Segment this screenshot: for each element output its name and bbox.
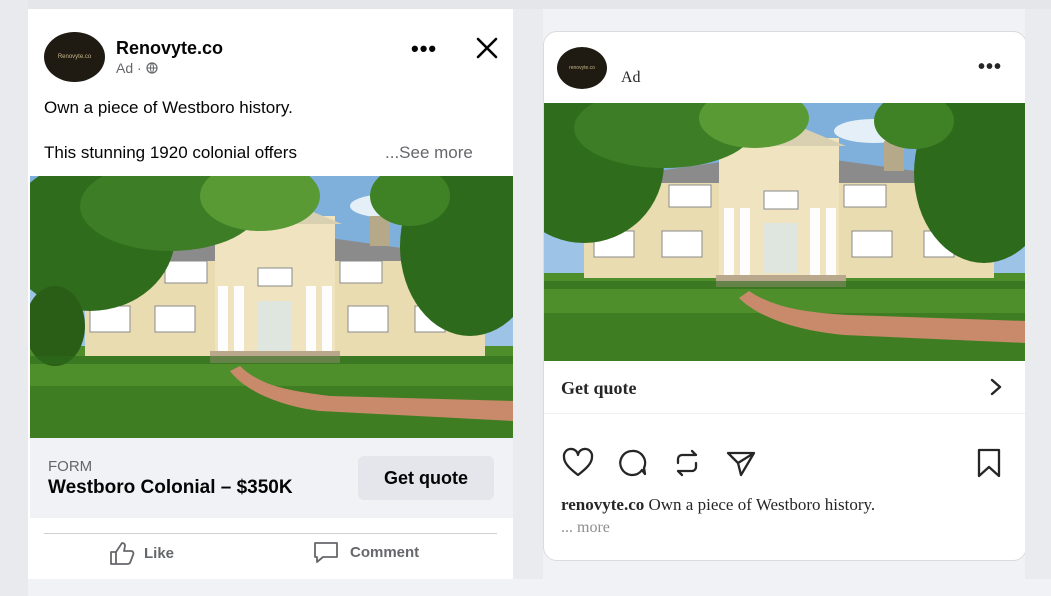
caption-username[interactable]: renovyte.co (561, 495, 644, 514)
heart-icon[interactable] (561, 447, 595, 479)
right-margin (1025, 9, 1051, 579)
avatar-logo-text: renovyte.co (569, 65, 595, 71)
form-label: FORM (48, 458, 93, 475)
instagram-ad-card: renovyte.co Ad ••• Get quote renovyte.co… (543, 31, 1027, 561)
facebook-ad-card: Renovyte.co Renovyte.co Ad · ••• Own a p… (28, 9, 513, 579)
see-more-link[interactable]: ...See more (385, 143, 473, 163)
sponsored-text: Ad · (116, 60, 146, 76)
caption-text: Own a piece of Westboro history. (644, 495, 876, 514)
close-icon[interactable] (472, 33, 502, 63)
comment-icon (314, 542, 338, 563)
sponsored-label: Ad · (116, 60, 158, 76)
get-quote-row[interactable]: Get quote (544, 361, 1026, 414)
top-strip (0, 0, 1051, 9)
cta-bar: FORM Westboro Colonial – $350K Get quote (30, 438, 513, 518)
post-text-line-2: This stunning 1920 colonial offers (44, 143, 297, 162)
like-button[interactable]: Like (108, 540, 174, 566)
divider (44, 533, 497, 534)
sponsored-label: Ad (621, 69, 641, 86)
comment-label: Comment (350, 543, 420, 561)
more-dots-icon[interactable]: ••• (411, 38, 437, 60)
send-icon[interactable] (724, 447, 758, 479)
house-photo[interactable] (30, 176, 513, 438)
comment-button[interactable]: Comment (312, 540, 419, 564)
chat-bubble-icon[interactable] (616, 447, 650, 479)
more-dots-icon[interactable]: ••• (978, 57, 1002, 77)
globe-icon (145, 62, 158, 74)
offer-title: Westboro Colonial – $350K (48, 477, 293, 498)
get-quote-label: Get quote (561, 378, 637, 398)
chevron-right-icon (990, 378, 1002, 396)
avatar[interactable]: Renovyte.co (44, 32, 105, 82)
post-text-line-1: Own a piece of Westboro history. (44, 98, 293, 117)
like-icon (110, 542, 135, 565)
avatar-logo-text: Renovyte.co (57, 54, 92, 60)
avatar[interactable]: renovyte.co (557, 47, 607, 89)
more-link[interactable]: ... more (561, 519, 610, 537)
house-photo[interactable] (544, 103, 1026, 361)
caption: renovyte.co Own a piece of Westboro hist… (561, 495, 875, 515)
page-name[interactable]: Renovyte.co (116, 38, 223, 59)
get-quote-button[interactable]: Get quote (358, 456, 494, 500)
like-label: Like (144, 544, 175, 562)
repost-icon[interactable] (670, 447, 704, 479)
left-margin (0, 0, 28, 596)
panel-gap (513, 9, 543, 579)
bookmark-icon[interactable] (972, 447, 1006, 479)
